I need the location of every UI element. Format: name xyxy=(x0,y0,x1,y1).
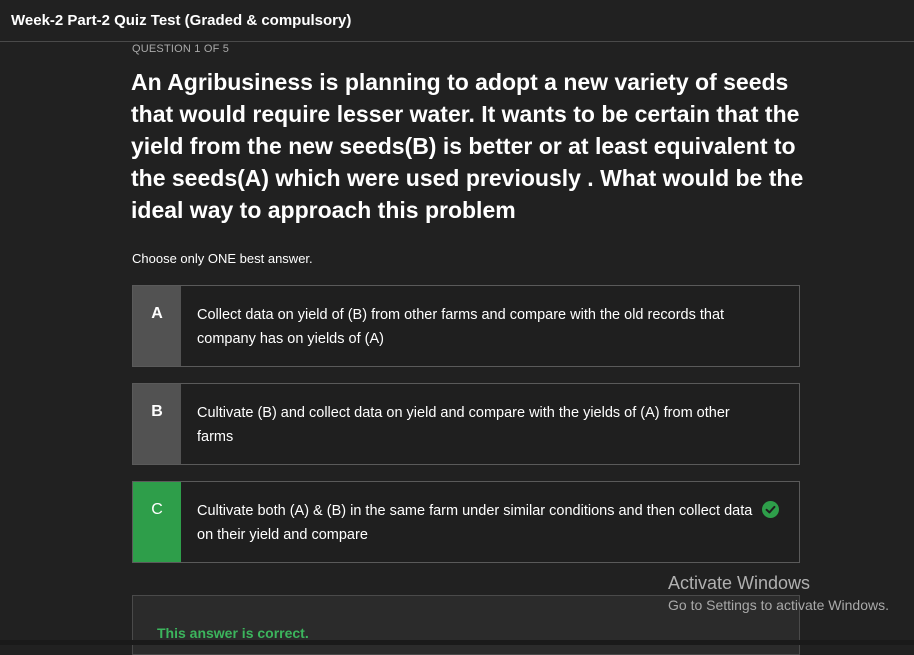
watermark-title: Activate Windows xyxy=(668,573,811,593)
answer-option-c[interactable]: C Cultivate both (A) & (B) in the same f… xyxy=(132,481,800,563)
quiz-title: Week-2 Part-2 Quiz Test (Graded & compul… xyxy=(11,12,352,29)
option-letter-a: A xyxy=(133,286,181,366)
top-bar: Week-2 Part-2 Quiz Test (Graded & compul… xyxy=(0,0,914,42)
option-text-b: Cultivate (B) and collect data on yield … xyxy=(197,405,730,445)
windows-activation-watermark: Activate Windows Go to Settings to activ… xyxy=(668,573,889,613)
answer-option-a[interactable]: A Collect data on yield of (B) from othe… xyxy=(132,285,800,367)
answer-instruction: Choose only ONE best answer. xyxy=(132,251,313,266)
watermark-subtitle: Go to Settings to activate Windows. xyxy=(668,597,889,613)
option-text-c: Cultivate both (A) & (B) in the same far… xyxy=(197,503,753,543)
option-letter-b: B xyxy=(133,384,181,464)
bottom-edge xyxy=(0,640,914,645)
option-letter-c: C xyxy=(133,482,181,562)
question-text: An Agribusiness is planning to adopt a n… xyxy=(131,69,804,223)
check-circle-icon xyxy=(762,501,779,518)
question-counter: QUESTION 1 OF 5 xyxy=(132,43,230,55)
option-text-a: Collect data on yield of (B) from other … xyxy=(197,307,725,347)
answer-option-b[interactable]: B Cultivate (B) and collect data on yiel… xyxy=(132,383,800,465)
feedback-message: This answer is correct. xyxy=(157,625,309,641)
